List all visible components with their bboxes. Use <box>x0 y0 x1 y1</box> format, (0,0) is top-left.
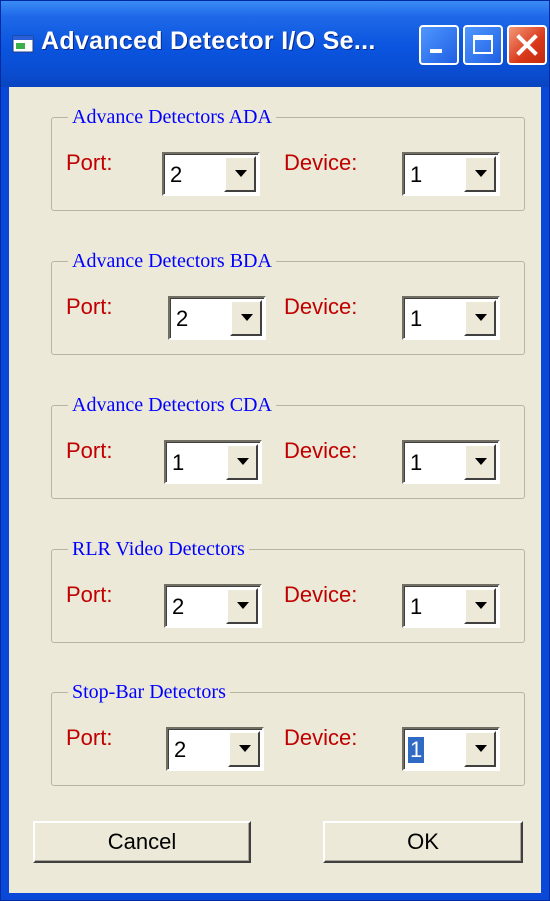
cancel-button[interactable]: Cancel <box>33 821 251 863</box>
chevron-down-icon <box>475 314 487 321</box>
dropdown-button[interactable] <box>226 444 258 480</box>
dialog-body: Advance Detectors ADA Port: 2 Device: 1 … <box>9 87 541 893</box>
device-value: 1 <box>410 162 423 187</box>
chevron-down-icon <box>237 458 249 465</box>
port-value: 2 <box>172 594 185 619</box>
dropdown-button[interactable] <box>226 588 258 624</box>
group-advance-detectors-ada: Advance Detectors ADA Port: 2 Device: 1 <box>51 105 525 211</box>
device-value: 1 <box>410 306 423 331</box>
group-title: Stop-Bar Detectors <box>68 680 230 704</box>
device-label: Device: <box>284 725 358 750</box>
chevron-down-icon <box>237 602 249 609</box>
chevron-down-icon <box>475 745 487 752</box>
device-value: 1 <box>408 737 425 763</box>
close-icon <box>516 34 538 56</box>
dropdown-button[interactable] <box>228 731 260 767</box>
port-select[interactable]: 2 <box>162 152 260 196</box>
ok-button[interactable]: OK <box>323 821 523 863</box>
device-select[interactable]: 1 <box>402 152 500 196</box>
port-label: Port: <box>66 582 113 607</box>
port-select[interactable]: 2 <box>168 296 266 340</box>
device-select[interactable]: 1 <box>402 440 500 484</box>
group-rlr-video-detectors: RLR Video Detectors Port: 2 Device: 1 <box>51 537 525 643</box>
dropdown-button[interactable] <box>464 588 496 624</box>
maximize-button[interactable] <box>463 25 503 65</box>
chevron-down-icon <box>475 458 487 465</box>
dropdown-button[interactable] <box>464 300 496 336</box>
minimize-button[interactable] <box>419 25 459 65</box>
group-stop-bar-detectors: Stop-Bar Detectors Port: 2 Device: 1 <box>51 680 525 786</box>
port-label: Port: <box>66 725 113 750</box>
group-title: Advance Detectors ADA <box>68 105 276 129</box>
window-bottom-border <box>1 893 549 900</box>
group-advance-detectors-cda: Advance Detectors CDA Port: 1 Device: 1 <box>51 393 525 499</box>
dialog-window: Advanced Detector I/O Se... Advance Dete… <box>0 0 550 901</box>
title-bar[interactable]: Advanced Detector I/O Se... <box>1 1 549 87</box>
dropdown-button[interactable] <box>230 300 262 336</box>
group-title: RLR Video Detectors <box>68 537 249 561</box>
port-label: Port: <box>66 150 113 175</box>
group-title: Advance Detectors BDA <box>68 249 276 273</box>
port-value: 2 <box>174 737 187 762</box>
device-select[interactable]: 1 <box>402 727 500 771</box>
device-value: 1 <box>410 594 423 619</box>
port-value: 2 <box>170 162 183 187</box>
device-value: 1 <box>410 450 423 475</box>
app-icon <box>12 35 34 53</box>
port-label: Port: <box>66 438 113 463</box>
group-advance-detectors-bda: Advance Detectors BDA Port: 2 Device: 1 <box>51 249 525 355</box>
chevron-down-icon <box>475 170 487 177</box>
device-label: Device: <box>284 582 358 607</box>
dropdown-button[interactable] <box>464 444 496 480</box>
dropdown-button[interactable] <box>464 156 496 192</box>
chevron-down-icon <box>235 170 247 177</box>
maximize-icon <box>473 35 493 54</box>
port-select[interactable]: 2 <box>166 727 264 771</box>
device-label: Device: <box>284 294 358 319</box>
device-label: Device: <box>284 438 358 463</box>
port-select[interactable]: 1 <box>164 440 262 484</box>
device-label: Device: <box>284 150 358 175</box>
chevron-down-icon <box>475 602 487 609</box>
chevron-down-icon <box>239 745 251 752</box>
chevron-down-icon <box>241 314 253 321</box>
port-value: 1 <box>172 450 185 475</box>
window-title: Advanced Detector I/O Se... <box>41 27 376 55</box>
device-select[interactable]: 1 <box>402 296 500 340</box>
device-select[interactable]: 1 <box>402 584 500 628</box>
dropdown-button[interactable] <box>224 156 256 192</box>
minimize-icon <box>430 49 442 53</box>
port-value: 2 <box>176 306 189 331</box>
port-select[interactable]: 2 <box>164 584 262 628</box>
dropdown-button[interactable] <box>464 731 496 767</box>
close-button[interactable] <box>507 25 547 65</box>
port-label: Port: <box>66 294 113 319</box>
group-title: Advance Detectors CDA <box>68 393 276 417</box>
